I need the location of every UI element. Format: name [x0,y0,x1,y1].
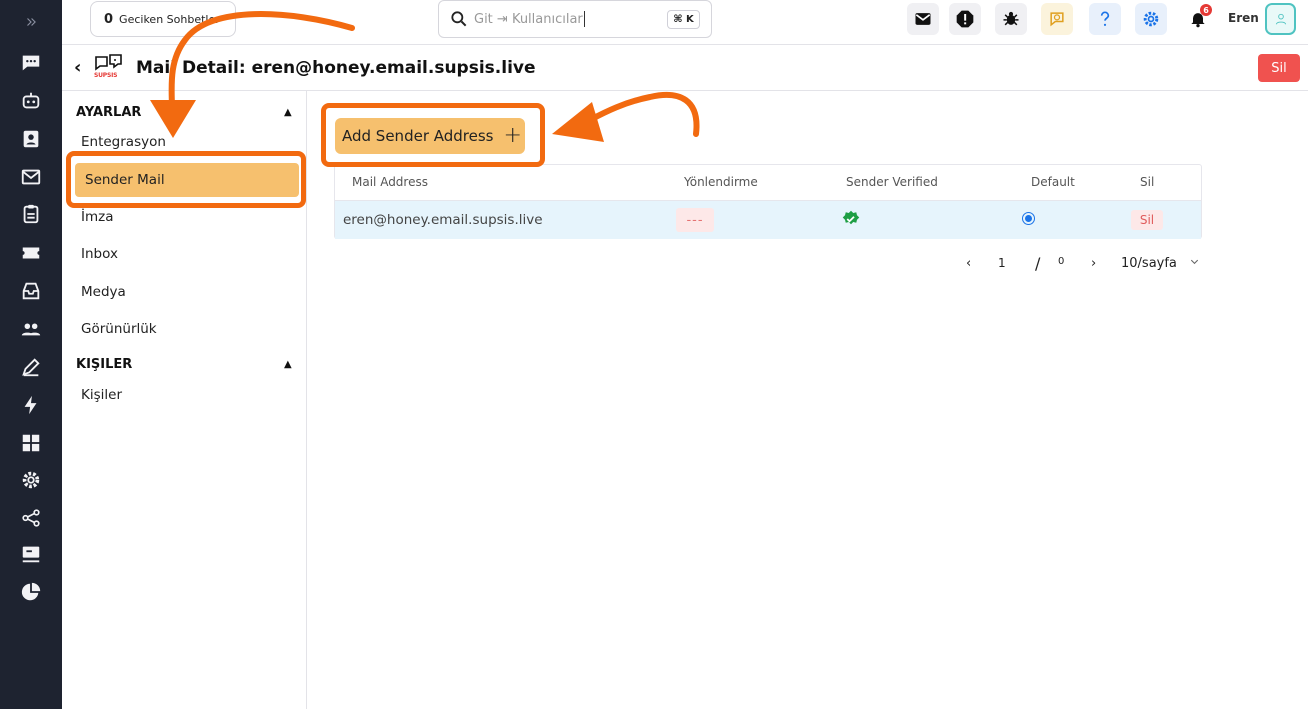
username: Eren [1228,11,1259,25]
sender-table: Mail Address Yönlendirme Sender Verified… [334,164,1202,239]
notification-badge: 6 [1200,4,1212,16]
current-page[interactable]: 1 [998,256,1006,270]
ticket-icon[interactable] [16,240,46,266]
contacts-icon[interactable] [16,126,46,152]
plus-icon: + [503,123,522,148]
expand-icon[interactable] [16,9,46,35]
sidebar-item-signature[interactable]: İmza [81,209,114,225]
add-button-label: Add Sender Address [342,127,494,145]
gear-icon [1143,11,1159,27]
check-circle-icon [842,210,860,225]
flash-icon[interactable] [16,392,46,418]
monitor-icon[interactable] [16,541,46,567]
total-pages: 0 [1058,256,1065,267]
alert-icon [956,10,974,28]
clipboard-icon[interactable] [16,201,46,227]
table-row[interactable]: eren@honey.email.supsis.live --- Sil [335,200,1201,239]
avatar[interactable] [1265,3,1296,35]
search-icon [451,11,467,27]
column-header: Yönlendirme [684,175,758,189]
inbox-icon[interactable] [16,278,46,304]
user-icon [1275,13,1286,25]
section-title-kisiler[interactable]: KIŞILER [76,357,132,372]
page-size-select[interactable]: 10/sayfa [1121,256,1200,271]
column-header: Mail Address [352,175,428,189]
help-button[interactable] [1089,3,1121,35]
notifications-button[interactable]: 6 [1182,3,1214,35]
users-icon[interactable] [16,316,46,342]
mail-button[interactable] [907,3,939,35]
mail-icon[interactable] [16,164,46,190]
settings-sidebar: AYARLAR ▲ Entegrasyon Sender Mail İmza I… [62,91,307,709]
feedback-icon [1050,12,1064,27]
page-title: Mail Detail: eren@honey.email.supsis.liv… [136,58,536,78]
bug-icon [1003,11,1019,26]
mail-address-cell: eren@honey.email.supsis.live [343,212,543,228]
settings-button[interactable] [1135,3,1167,35]
envelope-icon [915,13,931,25]
search-placeholder: Git ⇥ Kullanıcılar [474,11,583,27]
sidebar-item-label: Sender Mail [85,172,165,188]
sidebar-item-sender-mail[interactable]: Sender Mail [75,163,299,197]
pie-chart-icon[interactable] [16,579,46,605]
question-icon [1100,11,1110,26]
late-chats-count: 0 [104,11,114,27]
add-sender-address-button[interactable]: Add Sender Address + [335,118,525,154]
late-chats-button[interactable]: 0 Geciken Sohbetler [90,1,236,37]
search-input[interactable]: Git ⇥ Kullanıcılar ⌘ K [438,0,712,38]
top-bar: 0 Geciken Sohbetler Git ⇥ Kullanıcılar ⌘… [62,0,1308,45]
alert-button[interactable] [949,3,981,35]
edit-icon[interactable] [16,354,46,380]
grid-icon[interactable] [16,430,46,456]
sidebar-item-integration[interactable]: Entegrasyon [81,134,166,150]
chevron-down-icon [1190,259,1199,265]
page-header: ‹ SUPSIS Mail Detail: eren@honey.email.s… [62,45,1308,91]
chat-icon[interactable] [16,50,46,76]
column-header: Sender Verified [846,175,938,189]
settings-icon[interactable] [16,467,46,493]
column-header: Default [1031,175,1075,189]
left-rail [0,0,62,709]
back-button[interactable]: ‹ [74,57,81,78]
prev-page-button[interactable]: ‹ [966,256,971,271]
sidebar-item-inbox[interactable]: Inbox [81,246,118,262]
feedback-button[interactable] [1041,3,1073,35]
default-radio[interactable] [1022,212,1035,225]
share-icon[interactable] [16,505,46,531]
collapse-up-icon[interactable]: ▲ [284,359,292,370]
section-title-ayarlar[interactable]: AYARLAR [76,105,141,120]
collapse-up-icon[interactable]: ▲ [284,107,292,118]
logo-text: SUPSIS [94,72,118,79]
page-size-value: 10/sayfa [1121,256,1177,271]
sidebar-item-contacts[interactable]: Kişiler [81,387,122,403]
bug-button[interactable] [995,3,1027,35]
redirect-badge: --- [676,208,714,232]
column-header: Sil [1140,175,1155,189]
sidebar-item-visibility[interactable]: Görünürlük [81,321,157,337]
late-chats-label: Geciken Sohbetler [119,12,220,26]
delete-button[interactable]: Sil [1258,54,1300,82]
page-separator: / [1035,254,1041,273]
search-shortcut: ⌘ K [667,10,700,29]
bot-icon[interactable] [16,88,46,114]
next-page-button[interactable]: › [1091,256,1096,271]
row-delete-button[interactable]: Sil [1131,210,1163,230]
sidebar-item-media[interactable]: Medya [81,284,126,300]
